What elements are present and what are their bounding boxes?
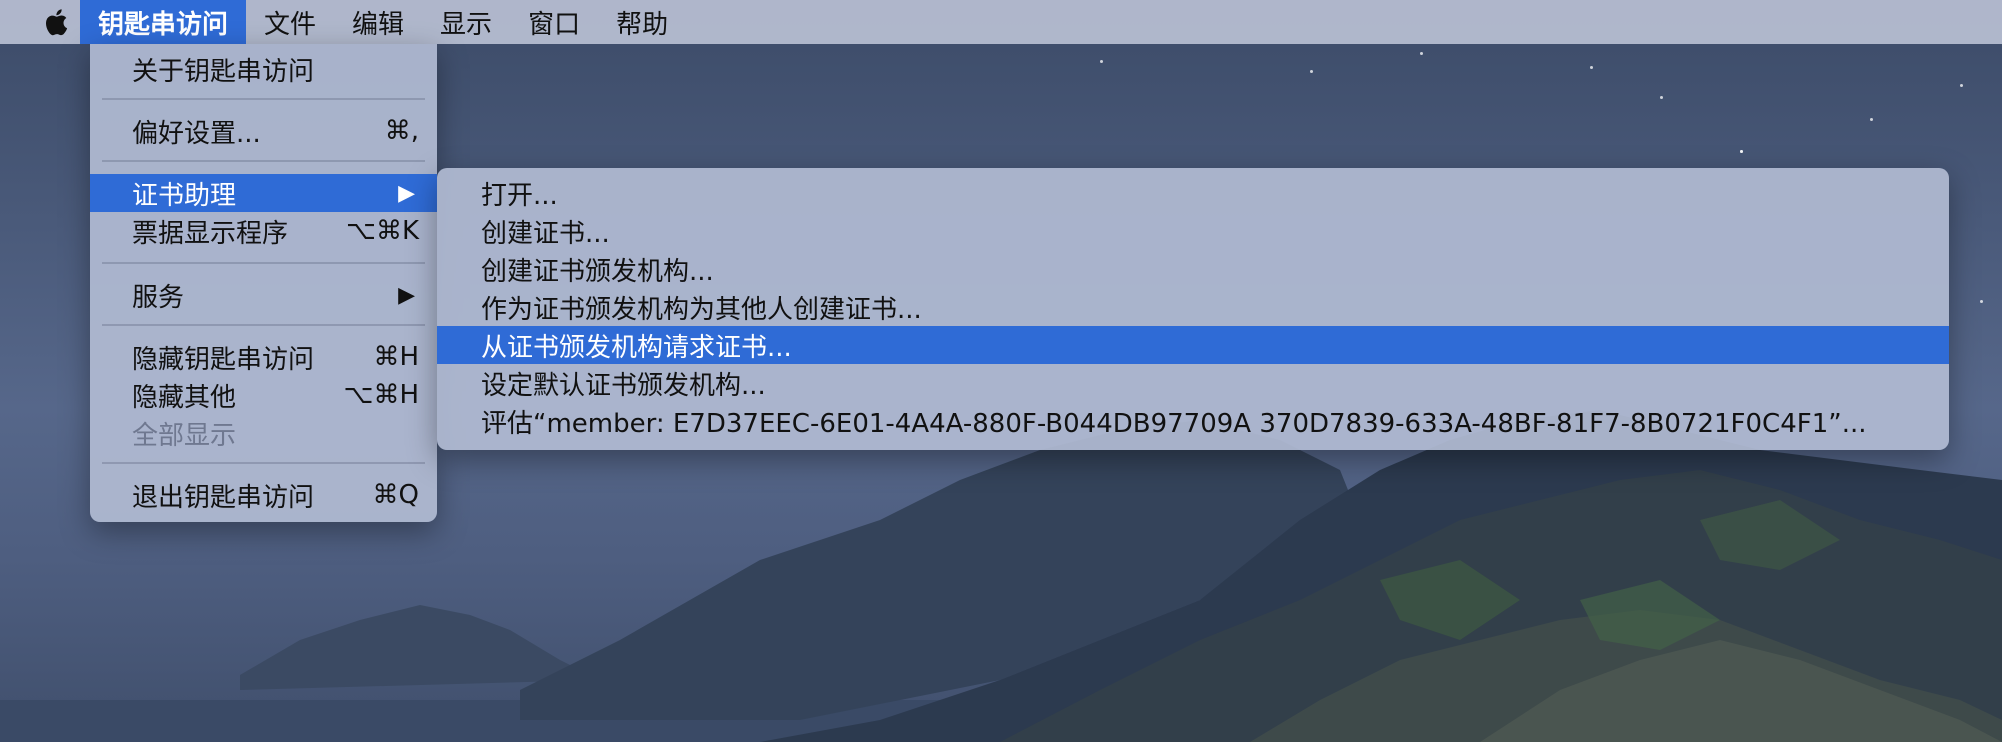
menu-item-shortcut: ⌥⌘H — [343, 380, 419, 410]
menu-item-quit[interactable]: 退出钥匙串访问 ⌘Q — [90, 476, 437, 514]
menu-separator — [102, 160, 425, 162]
submenu-item-label: 评估“member: E7D37EEC-6E01-4A4A-880F-B044D… — [481, 408, 1867, 439]
menu-item-label: 隐藏其他 — [132, 382, 237, 413]
menu-window[interactable]: 窗口 — [510, 0, 598, 44]
menu-item-label: 全部显示 — [132, 420, 237, 451]
menu-item-show-all: 全部显示 — [90, 414, 437, 452]
menu-item-label: 证书助理 — [132, 180, 237, 211]
certificate-assistant-submenu: 打开... 创建证书... 创建证书颁发机构... 作为证书颁发机构为其他人创建… — [437, 168, 1949, 450]
menu-item-services[interactable]: 服务 ▶ — [90, 276, 437, 314]
menu-separator — [102, 324, 425, 326]
menu-edit[interactable]: 编辑 — [334, 0, 422, 44]
menu-bar: 钥匙串访问 文件 编辑 显示 窗口 帮助 — [0, 0, 2002, 44]
submenu-item-label: 创建证书... — [481, 218, 610, 249]
menu-item-label: 票据显示程序 — [132, 218, 289, 249]
submenu-arrow-icon: ▶ — [398, 180, 415, 206]
submenu-item-create-ca[interactable]: 创建证书颁发机构... — [437, 250, 1949, 288]
menu-item-shortcut: ⌘, — [384, 116, 419, 146]
submenu-item-label: 从证书颁发机构请求证书... — [481, 332, 792, 363]
menu-item-label: 隐藏钥匙串访问 — [132, 344, 315, 375]
submenu-item-set-default-ca[interactable]: 设定默认证书颁发机构... — [437, 364, 1949, 402]
menu-item-label: 偏好设置... — [132, 118, 261, 149]
submenu-item-request-certificate[interactable]: 从证书颁发机构请求证书... — [437, 326, 1949, 364]
submenu-item-label: 打开... — [481, 180, 558, 211]
menu-item-shortcut: ⌘Q — [372, 480, 419, 510]
menu-item-about[interactable]: 关于钥匙串访问 — [90, 50, 437, 88]
submenu-item-label: 设定默认证书颁发机构... — [481, 370, 766, 401]
menu-item-hide-app[interactable]: 隐藏钥匙串访问 ⌘H — [90, 338, 437, 376]
desktop-wallpaper: 钥匙串访问 文件 编辑 显示 窗口 帮助 关于钥匙串访问 偏好设置... ⌘, … — [0, 0, 2002, 742]
menu-separator — [102, 98, 425, 100]
menu-item-certificate-assistant[interactable]: 证书助理 ▶ — [90, 174, 437, 212]
menu-item-hide-others[interactable]: 隐藏其他 ⌥⌘H — [90, 376, 437, 414]
menu-help[interactable]: 帮助 — [598, 0, 686, 44]
submenu-item-create-cert-for-others[interactable]: 作为证书颁发机构为其他人创建证书... — [437, 288, 1949, 326]
menu-separator — [102, 462, 425, 464]
menu-item-label: 关于钥匙串访问 — [132, 56, 315, 87]
menu-keychain-access[interactable]: 钥匙串访问 — [80, 0, 247, 44]
menu-item-label: 服务 — [132, 282, 185, 313]
app-menu-dropdown: 关于钥匙串访问 偏好设置... ⌘, 证书助理 ▶ 票据显示程序 ⌥⌘K 服务 … — [90, 44, 437, 522]
submenu-item-label: 创建证书颁发机构... — [481, 256, 714, 287]
submenu-item-create-certificate[interactable]: 创建证书... — [437, 212, 1949, 250]
submenu-item-open[interactable]: 打开... — [437, 174, 1949, 212]
menu-file[interactable]: 文件 — [246, 0, 334, 44]
submenu-item-evaluate[interactable]: 评估“member: E7D37EEC-6E01-4A4A-880F-B044D… — [437, 402, 1949, 440]
menu-item-ticket-viewer[interactable]: 票据显示程序 ⌥⌘K — [90, 212, 437, 250]
menu-view[interactable]: 显示 — [422, 0, 510, 44]
menu-item-label: 退出钥匙串访问 — [132, 482, 315, 513]
submenu-arrow-icon: ▶ — [398, 282, 415, 308]
menu-separator — [102, 262, 425, 264]
menu-item-shortcut: ⌘H — [373, 342, 419, 372]
menu-item-shortcut: ⌥⌘K — [345, 216, 419, 246]
submenu-item-label: 作为证书颁发机构为其他人创建证书... — [481, 294, 922, 325]
menu-item-preferences[interactable]: 偏好设置... ⌘, — [90, 112, 437, 150]
apple-icon[interactable] — [30, 0, 80, 44]
